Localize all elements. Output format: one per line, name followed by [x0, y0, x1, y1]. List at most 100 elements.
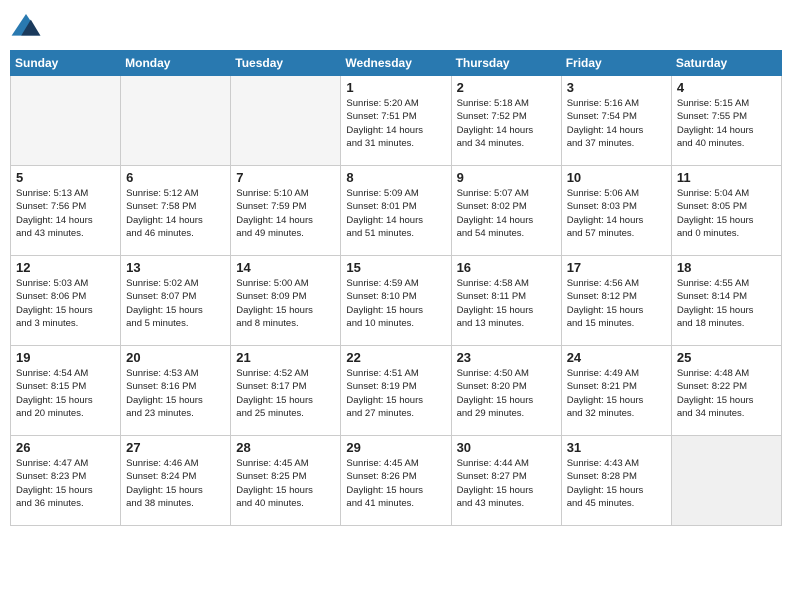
calendar-header: SundayMondayTuesdayWednesdayThursdayFrid… — [11, 51, 782, 76]
day-number: 12 — [16, 260, 115, 275]
day-number: 14 — [236, 260, 335, 275]
day-number: 9 — [457, 170, 556, 185]
cell-content: Sunrise: 4:46 AM Sunset: 8:24 PM Dayligh… — [126, 457, 225, 510]
week-row-4: 19 Sunrise: 4:54 AM Sunset: 8:15 PM Dayli… — [11, 346, 782, 436]
cell-content: Sunrise: 5:15 AM Sunset: 7:55 PM Dayligh… — [677, 97, 776, 150]
weekday-tuesday: Tuesday — [231, 51, 341, 76]
day-number: 31 — [567, 440, 666, 455]
calendar-cell: 6 Sunrise: 5:12 AM Sunset: 7:58 PM Daylig… — [121, 166, 231, 256]
day-number: 29 — [346, 440, 445, 455]
cell-content: Sunrise: 4:43 AM Sunset: 8:28 PM Dayligh… — [567, 457, 666, 510]
day-number: 20 — [126, 350, 225, 365]
weekday-friday: Friday — [561, 51, 671, 76]
calendar-cell: 19 Sunrise: 4:54 AM Sunset: 8:15 PM Dayli… — [11, 346, 121, 436]
calendar-cell: 7 Sunrise: 5:10 AM Sunset: 7:59 PM Daylig… — [231, 166, 341, 256]
day-number: 1 — [346, 80, 445, 95]
calendar-cell: 13 Sunrise: 5:02 AM Sunset: 8:07 PM Dayli… — [121, 256, 231, 346]
day-number: 16 — [457, 260, 556, 275]
cell-content: Sunrise: 5:18 AM Sunset: 7:52 PM Dayligh… — [457, 97, 556, 150]
weekday-sunday: Sunday — [11, 51, 121, 76]
cell-content: Sunrise: 5:10 AM Sunset: 7:59 PM Dayligh… — [236, 187, 335, 240]
logo — [10, 10, 46, 42]
week-row-1: 1 Sunrise: 5:20 AM Sunset: 7:51 PM Daylig… — [11, 76, 782, 166]
calendar-cell: 14 Sunrise: 5:00 AM Sunset: 8:09 PM Dayli… — [231, 256, 341, 346]
calendar-table: SundayMondayTuesdayWednesdayThursdayFrid… — [10, 50, 782, 526]
cell-content: Sunrise: 4:45 AM Sunset: 8:25 PM Dayligh… — [236, 457, 335, 510]
cell-content: Sunrise: 5:07 AM Sunset: 8:02 PM Dayligh… — [457, 187, 556, 240]
cell-content: Sunrise: 4:59 AM Sunset: 8:10 PM Dayligh… — [346, 277, 445, 330]
calendar-body: 1 Sunrise: 5:20 AM Sunset: 7:51 PM Daylig… — [11, 76, 782, 526]
calendar-cell: 22Sunrise: 4:51 AM Sunset: 8:19 PM Dayli… — [341, 346, 451, 436]
cell-content: Sunrise: 5:02 AM Sunset: 8:07 PM Dayligh… — [126, 277, 225, 330]
calendar-cell: 31 Sunrise: 4:43 AM Sunset: 8:28 PM Dayli… — [561, 436, 671, 526]
calendar-cell: 9 Sunrise: 5:07 AM Sunset: 8:02 PM Daylig… — [451, 166, 561, 256]
calendar-cell: 18 Sunrise: 4:55 AM Sunset: 8:14 PM Dayli… — [671, 256, 781, 346]
calendar-cell: 5Sunrise: 5:13 AM Sunset: 7:56 PM Daylig… — [11, 166, 121, 256]
day-number: 7 — [236, 170, 335, 185]
cell-content: Sunrise: 4:45 AM Sunset: 8:26 PM Dayligh… — [346, 457, 445, 510]
calendar-cell — [121, 76, 231, 166]
calendar-cell: 21 Sunrise: 4:52 AM Sunset: 8:17 PM Dayli… — [231, 346, 341, 436]
cell-content: Sunrise: 5:12 AM Sunset: 7:58 PM Dayligh… — [126, 187, 225, 240]
weekday-row: SundayMondayTuesdayWednesdayThursdayFrid… — [11, 51, 782, 76]
cell-content: Sunrise: 5:20 AM Sunset: 7:51 PM Dayligh… — [346, 97, 445, 150]
day-number: 11 — [677, 170, 776, 185]
calendar-cell — [231, 76, 341, 166]
cell-content: Sunrise: 4:49 AM Sunset: 8:21 PM Dayligh… — [567, 367, 666, 420]
cell-content: Sunrise: 5:16 AM Sunset: 7:54 PM Dayligh… — [567, 97, 666, 150]
cell-content: Sunrise: 5:00 AM Sunset: 8:09 PM Dayligh… — [236, 277, 335, 330]
cell-content: Sunrise: 4:48 AM Sunset: 8:22 PM Dayligh… — [677, 367, 776, 420]
calendar-cell: 25 Sunrise: 4:48 AM Sunset: 8:22 PM Dayli… — [671, 346, 781, 436]
weekday-saturday: Saturday — [671, 51, 781, 76]
calendar-cell: 2 Sunrise: 5:18 AM Sunset: 7:52 PM Daylig… — [451, 76, 561, 166]
calendar-cell: 12Sunrise: 5:03 AM Sunset: 8:06 PM Dayli… — [11, 256, 121, 346]
day-number: 23 — [457, 350, 556, 365]
cell-content: Sunrise: 4:55 AM Sunset: 8:14 PM Dayligh… — [677, 277, 776, 330]
day-number: 18 — [677, 260, 776, 275]
calendar-cell: 8Sunrise: 5:09 AM Sunset: 8:01 PM Daylig… — [341, 166, 451, 256]
weekday-wednesday: Wednesday — [341, 51, 451, 76]
calendar-cell: 26Sunrise: 4:47 AM Sunset: 8:23 PM Dayli… — [11, 436, 121, 526]
calendar-cell: 15Sunrise: 4:59 AM Sunset: 8:10 PM Dayli… — [341, 256, 451, 346]
day-number: 26 — [16, 440, 115, 455]
day-number: 13 — [126, 260, 225, 275]
day-number: 6 — [126, 170, 225, 185]
cell-content: Sunrise: 5:04 AM Sunset: 8:05 PM Dayligh… — [677, 187, 776, 240]
cell-content: Sunrise: 4:53 AM Sunset: 8:16 PM Dayligh… — [126, 367, 225, 420]
day-number: 19 — [16, 350, 115, 365]
calendar-cell: 4 Sunrise: 5:15 AM Sunset: 7:55 PM Daylig… — [671, 76, 781, 166]
day-number: 2 — [457, 80, 556, 95]
calendar-cell: 28 Sunrise: 4:45 AM Sunset: 8:25 PM Dayli… — [231, 436, 341, 526]
day-number: 3 — [567, 80, 666, 95]
cell-content: Sunrise: 4:54 AM Sunset: 8:15 PM Dayligh… — [16, 367, 115, 420]
day-number: 4 — [677, 80, 776, 95]
calendar-cell: 3 Sunrise: 5:16 AM Sunset: 7:54 PM Daylig… — [561, 76, 671, 166]
calendar-cell — [11, 76, 121, 166]
day-number: 25 — [677, 350, 776, 365]
cell-content: Sunrise: 5:09 AM Sunset: 8:01 PM Dayligh… — [346, 187, 445, 240]
cell-content: Sunrise: 4:52 AM Sunset: 8:17 PM Dayligh… — [236, 367, 335, 420]
day-number: 27 — [126, 440, 225, 455]
week-row-2: 5Sunrise: 5:13 AM Sunset: 7:56 PM Daylig… — [11, 166, 782, 256]
day-number: 28 — [236, 440, 335, 455]
calendar-cell — [671, 436, 781, 526]
cell-content: Sunrise: 5:13 AM Sunset: 7:56 PM Dayligh… — [16, 187, 115, 240]
day-number: 21 — [236, 350, 335, 365]
weekday-monday: Monday — [121, 51, 231, 76]
page-header — [10, 10, 782, 42]
calendar-cell: 17 Sunrise: 4:56 AM Sunset: 8:12 PM Dayli… — [561, 256, 671, 346]
calendar-cell: 23Sunrise: 4:50 AM Sunset: 8:20 PM Dayli… — [451, 346, 561, 436]
cell-content: Sunrise: 5:06 AM Sunset: 8:03 PM Dayligh… — [567, 187, 666, 240]
day-number: 30 — [457, 440, 556, 455]
logo-icon — [10, 10, 42, 42]
cell-content: Sunrise: 4:58 AM Sunset: 8:11 PM Dayligh… — [457, 277, 556, 330]
calendar-cell: 10Sunrise: 5:06 AM Sunset: 8:03 PM Dayli… — [561, 166, 671, 256]
weekday-thursday: Thursday — [451, 51, 561, 76]
calendar-cell: 24 Sunrise: 4:49 AM Sunset: 8:21 PM Dayli… — [561, 346, 671, 436]
day-number: 24 — [567, 350, 666, 365]
calendar-cell: 27 Sunrise: 4:46 AM Sunset: 8:24 PM Dayli… — [121, 436, 231, 526]
cell-content: Sunrise: 4:56 AM Sunset: 8:12 PM Dayligh… — [567, 277, 666, 330]
calendar-cell: 11 Sunrise: 5:04 AM Sunset: 8:05 PM Dayli… — [671, 166, 781, 256]
calendar-cell: 30Sunrise: 4:44 AM Sunset: 8:27 PM Dayli… — [451, 436, 561, 526]
day-number: 17 — [567, 260, 666, 275]
